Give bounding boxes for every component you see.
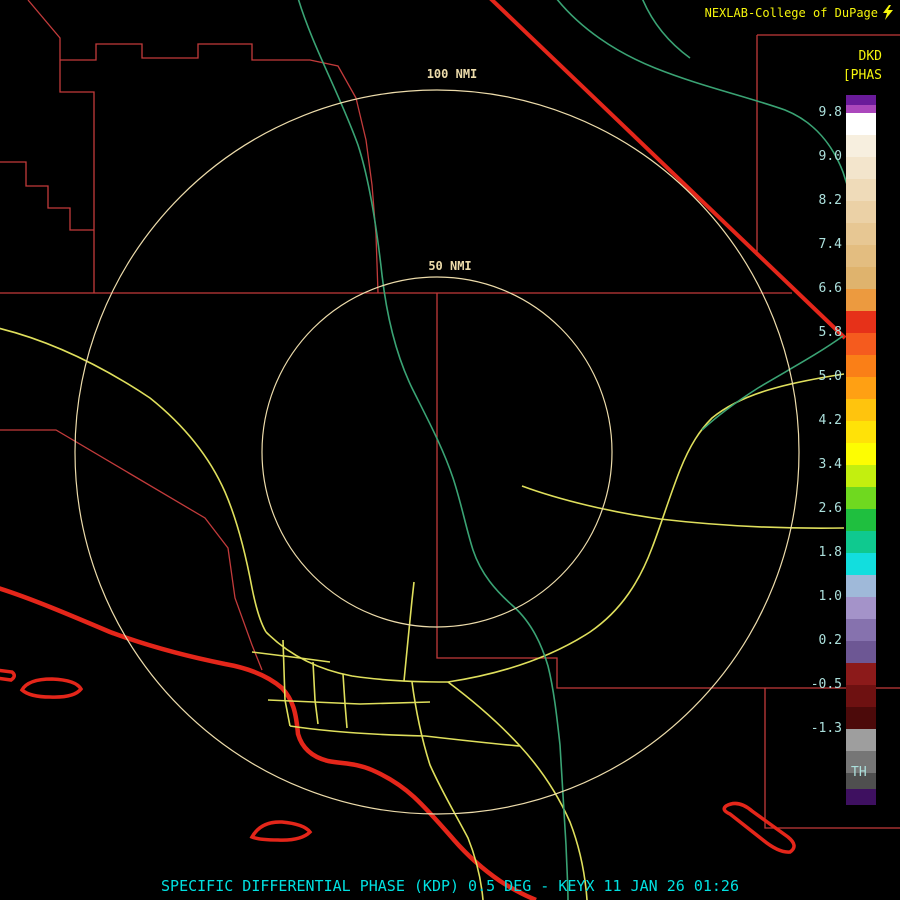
highway-line bbox=[282, 639, 291, 727]
county-line bbox=[27, 0, 95, 293]
colorbar-segment bbox=[846, 95, 876, 105]
colorbar-segment bbox=[846, 223, 876, 245]
range-label-50nmi: 50 NMI bbox=[412, 258, 488, 274]
state-coast-lines bbox=[0, 0, 847, 900]
colorbar-segment bbox=[846, 245, 876, 267]
colorbar-segment bbox=[846, 157, 876, 179]
colorbar-segment bbox=[846, 377, 876, 399]
highway-line bbox=[521, 485, 845, 529]
colorbar-segment bbox=[846, 729, 876, 751]
colorbar-segment bbox=[846, 751, 876, 773]
colorbar-segment bbox=[846, 531, 876, 553]
colorbar-segment bbox=[846, 685, 876, 707]
colorbar-segment bbox=[846, 399, 876, 421]
colorbar-segment bbox=[846, 311, 876, 333]
colorbar-segment bbox=[846, 487, 876, 509]
lightning-icon bbox=[883, 5, 893, 20]
island-outline bbox=[0, 668, 16, 682]
colorbar-segment bbox=[846, 553, 876, 575]
highway-line bbox=[411, 681, 484, 900]
county-lines bbox=[0, 0, 900, 829]
colorbar-segment bbox=[846, 575, 876, 597]
river-line bbox=[642, 0, 691, 59]
colorbar-segment bbox=[846, 509, 876, 531]
highway-line bbox=[342, 673, 348, 729]
product-units: [PHAS bbox=[842, 68, 882, 83]
county-line bbox=[436, 293, 900, 689]
county-line bbox=[0, 161, 94, 231]
colorbar-segment bbox=[846, 113, 876, 135]
colorbar-segment bbox=[846, 421, 876, 443]
colorbar-segment bbox=[846, 289, 876, 311]
colorbar-segment bbox=[846, 663, 876, 685]
colorbar-segment bbox=[846, 105, 876, 113]
colorbar-segment bbox=[846, 619, 876, 641]
colorbar-segment bbox=[846, 707, 876, 729]
source-credit: NEXLAB-College of DuPage bbox=[704, 6, 878, 20]
colorbar-segment bbox=[846, 789, 876, 805]
colorbar-segment bbox=[846, 355, 876, 377]
colorbar-segment bbox=[846, 465, 876, 487]
colorbar-segment bbox=[846, 443, 876, 465]
colorbar-segment bbox=[846, 179, 876, 201]
highway-line bbox=[312, 661, 319, 725]
river-line bbox=[701, 335, 844, 431]
highway-line bbox=[251, 651, 331, 663]
product-code: DKD bbox=[858, 49, 882, 64]
radar-display: 100 NMI 50 NMI NEXLAB-College of DuPage … bbox=[0, 0, 900, 900]
highway-line bbox=[403, 581, 415, 682]
colorbar bbox=[846, 95, 876, 805]
colorbar-segment bbox=[846, 333, 876, 355]
island-outline bbox=[19, 677, 84, 699]
colorbar-segment bbox=[846, 267, 876, 289]
range-label-100nmi: 100 NMI bbox=[410, 66, 494, 82]
county-line bbox=[764, 688, 900, 829]
county-line bbox=[0, 429, 263, 671]
radar-map bbox=[0, 0, 900, 900]
island-outline bbox=[249, 820, 313, 842]
colorbar-segment bbox=[846, 597, 876, 619]
colorbar-segment bbox=[846, 135, 876, 157]
highway-line bbox=[289, 725, 521, 747]
product-title: SPECIFIC DIFFERENTIAL PHASE (KDP) 0.5 DE… bbox=[161, 877, 739, 895]
river-line bbox=[297, 0, 569, 900]
county-line bbox=[60, 43, 379, 294]
colorbar-segment bbox=[846, 201, 876, 223]
state-border-line bbox=[489, 0, 847, 340]
colorbar-segment bbox=[846, 641, 876, 663]
colorbar-segment bbox=[846, 773, 876, 789]
river-lines bbox=[297, 0, 861, 900]
highway-line bbox=[0, 327, 267, 633]
